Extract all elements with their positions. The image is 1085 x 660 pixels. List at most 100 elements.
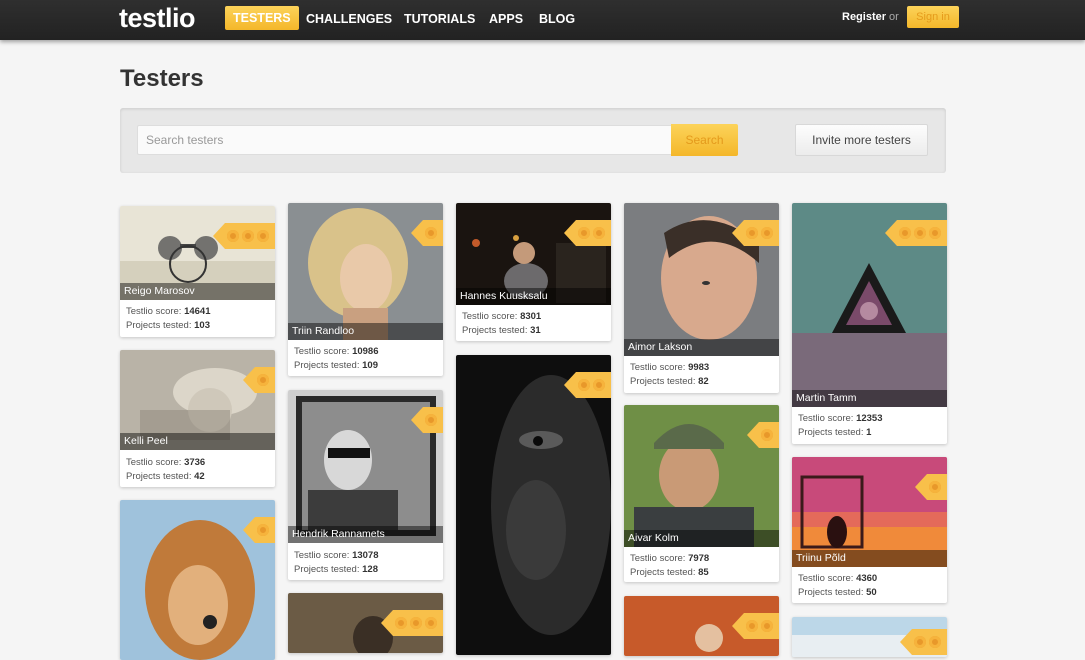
invite-more-testers-button[interactable]: Invite more testers: [795, 124, 928, 156]
tester-card[interactable]: Aimor Lakson Testlio score: 9983 Project…: [624, 203, 779, 393]
tester-name: Martin Tamm: [792, 390, 947, 407]
level-dot-icon: [899, 227, 911, 239]
search-button[interactable]: Search: [671, 124, 738, 156]
tester-card[interactable]: Martin Tamm Testlio score: 12353 Project…: [792, 203, 947, 444]
register-link[interactable]: Register: [842, 11, 886, 23]
tester-photo: Kelli Peel: [120, 350, 275, 450]
projects-value: 82: [698, 376, 709, 387]
projects-label: Projects tested:: [630, 376, 696, 387]
tester-stats: Testlio score: 13078 Projects tested: 12…: [294, 549, 379, 577]
search-panel: Search Invite more testers: [120, 108, 946, 173]
tester-photo: Triinu Põld: [792, 457, 947, 567]
projects-label: Projects tested:: [126, 320, 192, 331]
sign-in-button[interactable]: Sign in: [907, 6, 959, 28]
nav-apps[interactable]: APPS: [489, 12, 523, 26]
level-dot-icon: [578, 227, 590, 239]
tester-card[interactable]: Triin Randloo Testlio score: 10986 Proje…: [288, 203, 443, 376]
tester-card[interactable]: Aivar Kolm Testlio score: 7978 Projects …: [624, 405, 779, 582]
level-dot-icon: [914, 636, 926, 648]
tester-card[interactable]: Kelli Peel Testlio score: 3736 Projects …: [120, 350, 275, 487]
top-navigation-bar: testlio TESTERS CHALLENGES TUTORIALS APP…: [0, 0, 1085, 40]
score-label: Testlio score:: [630, 362, 686, 373]
testlio-logo[interactable]: testlio: [119, 3, 196, 33]
level-dot-icon: [593, 227, 605, 239]
tester-card[interactable]: Hendrik Rannamets Testlio score: 13078 P…: [288, 390, 443, 580]
tester-stats: Testlio score: 14641 Projects tested: 10…: [126, 305, 211, 333]
tester-name: Hendrik Rannamets: [288, 526, 443, 543]
level-dot-icon: [593, 379, 605, 391]
level-dot-icon: [746, 620, 758, 632]
tester-name: Aimor Lakson: [624, 339, 779, 356]
level-dot-icon: [761, 429, 773, 441]
tester-name: Triinu Põld: [792, 550, 947, 567]
projects-label: Projects tested:: [126, 471, 192, 482]
nav-challenges[interactable]: CHALLENGES: [306, 12, 392, 26]
tester-name: Reigo Marosov: [120, 283, 275, 300]
level-dot-icon: [914, 227, 926, 239]
score-label: Testlio score:: [462, 311, 518, 322]
tester-stats: Testlio score: 8301 Projects tested: 31: [462, 310, 541, 338]
level-dot-icon: [929, 227, 941, 239]
tester-stats: Testlio score: 12353 Projects tested: 1: [798, 412, 883, 440]
level-badge: [885, 220, 947, 246]
level-dot-icon: [242, 230, 254, 242]
score-value: 3736: [184, 457, 206, 468]
score-value: 8301: [520, 311, 542, 322]
tester-card[interactable]: [456, 355, 611, 655]
projects-label: Projects tested:: [798, 427, 864, 438]
level-dot-icon: [761, 227, 773, 239]
tester-photo: Reigo Marosov: [120, 206, 275, 300]
nav-tutorials[interactable]: TUTORIALS: [404, 12, 475, 26]
search-input[interactable]: [137, 125, 671, 155]
score-value: 10986: [352, 346, 379, 357]
projects-value: 31: [530, 325, 541, 336]
score-label: Testlio score:: [798, 573, 854, 584]
tester-card[interactable]: [624, 596, 779, 656]
tester-name: Triin Randloo: [288, 323, 443, 340]
projects-value: 103: [194, 320, 210, 331]
level-dot-icon: [425, 227, 437, 239]
score-label: Testlio score:: [294, 550, 350, 561]
level-dot-icon: [257, 230, 269, 242]
nav-blog[interactable]: BLOG: [539, 12, 575, 26]
tester-card[interactable]: Triinu Põld Testlio score: 4360 Projects…: [792, 457, 947, 603]
tester-stats: Testlio score: 7978 Projects tested: 85: [630, 552, 709, 580]
level-dot-icon: [929, 481, 941, 493]
level-dot-icon: [395, 617, 407, 629]
score-label: Testlio score:: [126, 457, 182, 468]
projects-label: Projects tested:: [294, 564, 360, 575]
score-value: 7978: [688, 553, 710, 564]
score-value: 9983: [688, 362, 710, 373]
tester-card[interactable]: [288, 593, 443, 653]
projects-label: Projects tested:: [798, 587, 864, 598]
level-dot-icon: [425, 617, 437, 629]
tester-stats: Testlio score: 10986 Projects tested: 10…: [294, 345, 379, 373]
score-label: Testlio score:: [126, 306, 182, 317]
tester-stats: Testlio score: 3736 Projects tested: 42: [126, 456, 205, 484]
tester-stats: Testlio score: 4360 Projects tested: 50: [798, 572, 877, 600]
tester-card[interactable]: [120, 500, 275, 660]
score-value: 12353: [856, 413, 883, 424]
level-dot-icon: [746, 227, 758, 239]
level-dot-icon: [410, 617, 422, 629]
level-dot-icon: [761, 620, 773, 632]
or-text: or: [889, 11, 899, 23]
nav-testers[interactable]: TESTERS: [225, 6, 299, 30]
page-title: Testers: [120, 65, 204, 92]
tester-card[interactable]: Reigo Marosov Testlio score: 14641 Proje…: [120, 206, 275, 337]
tester-card[interactable]: [792, 617, 947, 657]
level-badge: [213, 223, 275, 249]
level-badge: [381, 610, 443, 636]
tester-card[interactable]: Hannes Kuusksalu Testlio score: 8301 Pro…: [456, 203, 611, 341]
projects-label: Projects tested:: [630, 567, 696, 578]
score-value: 4360: [856, 573, 878, 584]
level-dot-icon: [929, 636, 941, 648]
tester-name: Kelli Peel: [120, 433, 275, 450]
level-dot-icon: [578, 379, 590, 391]
score-value: 13078: [352, 550, 379, 561]
level-dot-icon: [425, 414, 437, 426]
score-value: 14641: [184, 306, 211, 317]
projects-value: 128: [362, 564, 378, 575]
score-label: Testlio score:: [630, 553, 686, 564]
projects-value: 42: [194, 471, 205, 482]
